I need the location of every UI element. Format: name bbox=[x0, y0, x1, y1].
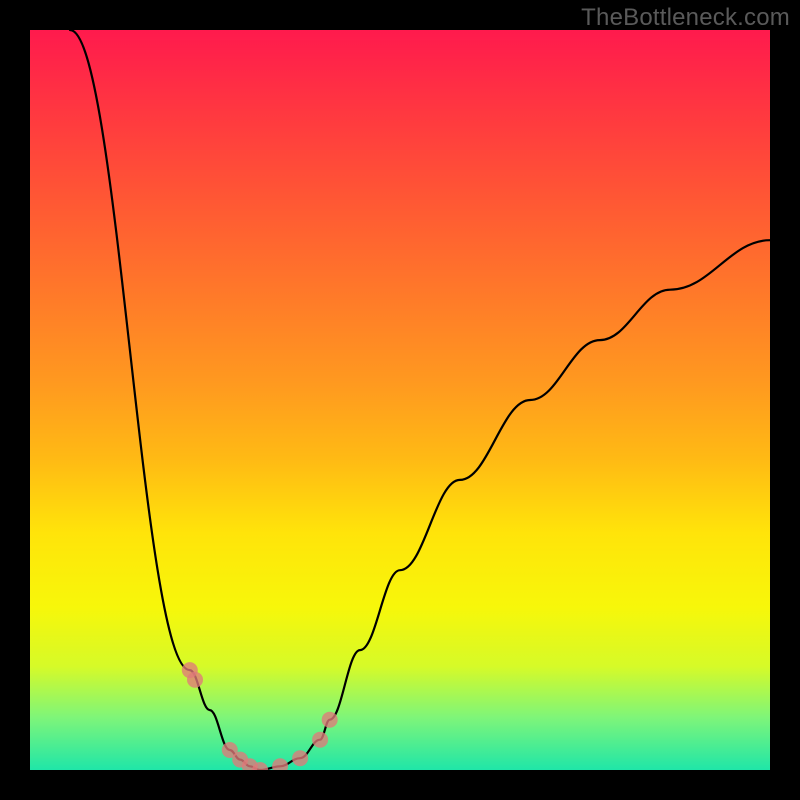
bottleneck-curve bbox=[30, 30, 770, 770]
plot-area bbox=[30, 30, 770, 770]
marker-dot bbox=[322, 712, 338, 728]
marker-group bbox=[182, 662, 338, 770]
marker-dot bbox=[292, 750, 308, 766]
marker-dot bbox=[187, 672, 203, 688]
curve-left-branch bbox=[70, 30, 260, 770]
marker-dot bbox=[312, 732, 328, 748]
chart-frame: TheBottleneck.com bbox=[0, 0, 800, 800]
watermark-text: TheBottleneck.com bbox=[581, 4, 790, 32]
curve-right-branch bbox=[260, 240, 770, 770]
marker-dot bbox=[272, 758, 288, 770]
